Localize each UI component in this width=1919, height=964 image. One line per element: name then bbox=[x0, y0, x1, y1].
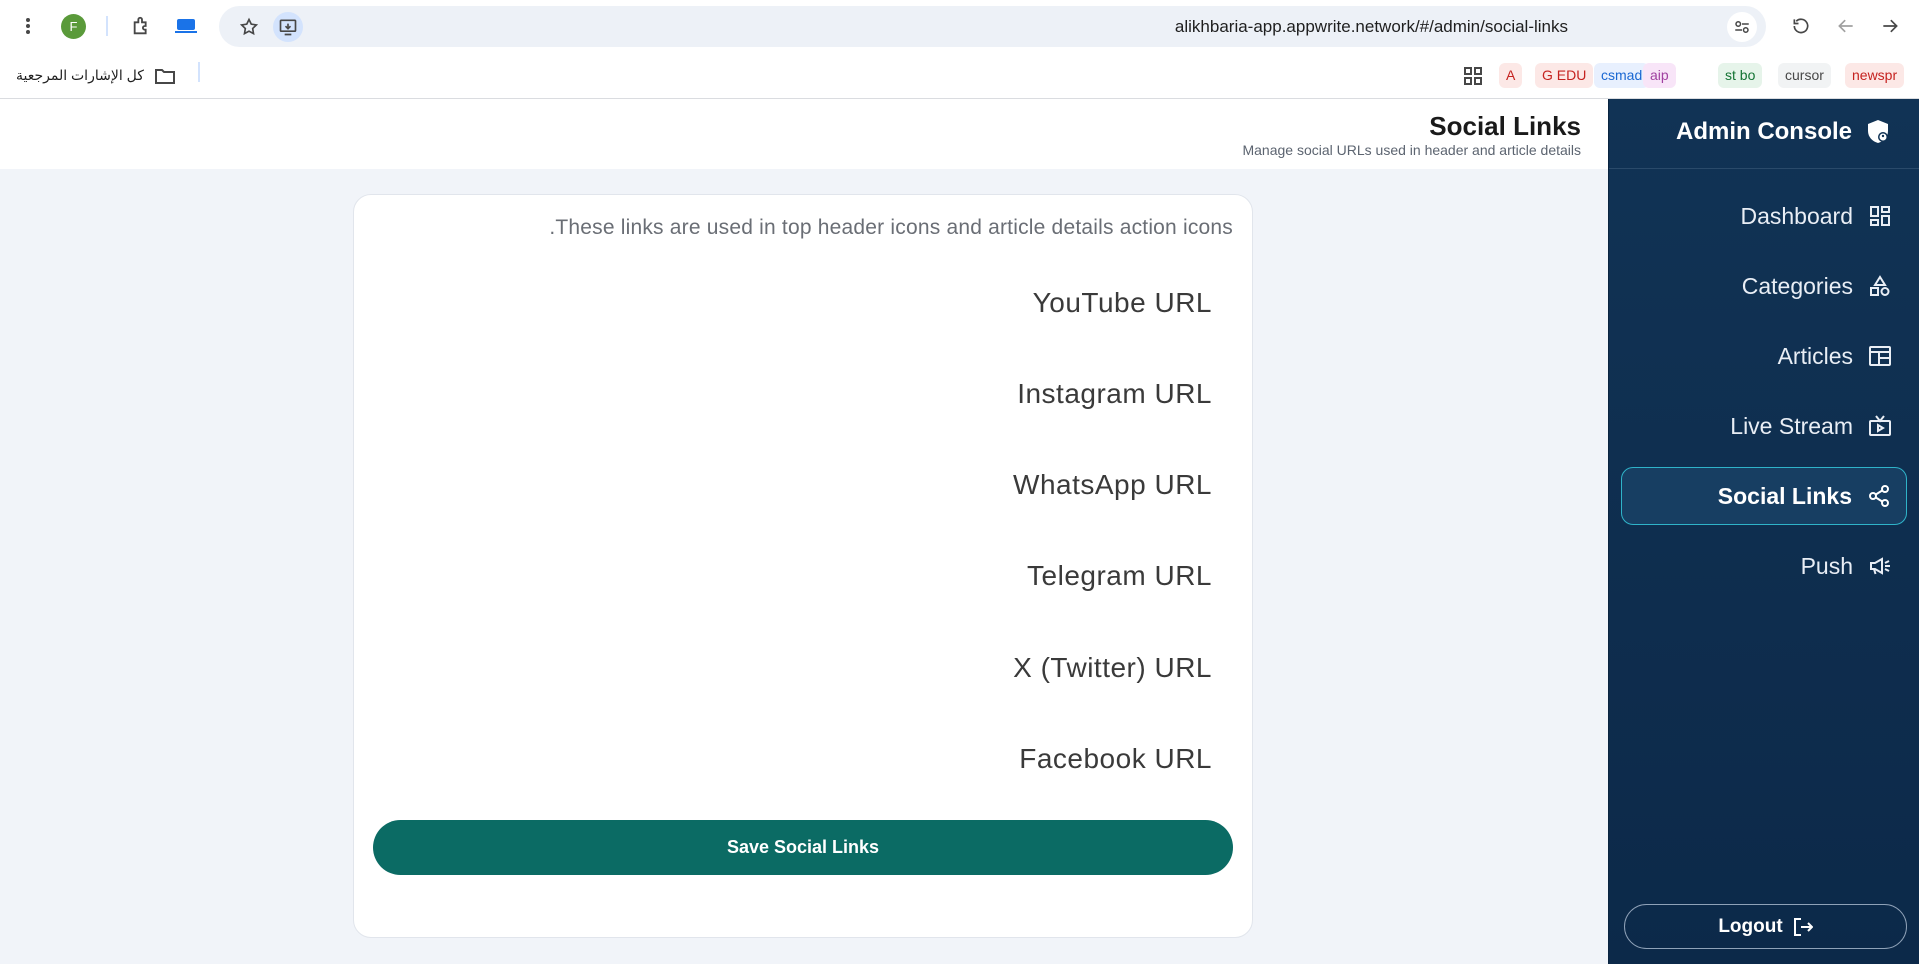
bookmark-chip[interactable]: aip bbox=[1643, 63, 1676, 88]
facebook-url-field[interactable]: Facebook URL bbox=[1019, 743, 1212, 775]
page-title: Social Links bbox=[1429, 111, 1581, 141]
sidebar-item-label: Live Stream bbox=[1730, 412, 1853, 439]
sidebar-item-label: Social Links bbox=[1717, 482, 1852, 509]
bookmarks-divider bbox=[198, 62, 200, 82]
youtube-url-field[interactable]: YouTube URL bbox=[1033, 287, 1212, 319]
url-text[interactable]: alikhbaria-app.appwrite.network/#/admin/… bbox=[1175, 6, 1568, 47]
address-bar[interactable]: alikhbaria-app.appwrite.network/#/admin/… bbox=[219, 6, 1766, 47]
sidebar: Admin Console Dashboard Categories Artic… bbox=[1608, 99, 1919, 964]
categories-icon bbox=[1867, 273, 1893, 299]
apps-grid-icon[interactable] bbox=[1458, 61, 1488, 91]
save-social-links-button[interactable]: Save Social Links bbox=[373, 820, 1233, 875]
share-icon bbox=[1866, 483, 1892, 509]
logout-button[interactable]: Logout bbox=[1624, 904, 1907, 949]
articles-icon bbox=[1867, 343, 1893, 369]
sidebar-item-categories[interactable]: Categories bbox=[1621, 257, 1907, 315]
browser-menu-icon[interactable] bbox=[13, 11, 43, 41]
install-app-icon[interactable] bbox=[273, 12, 303, 42]
sidebar-item-label: Articles bbox=[1777, 342, 1853, 369]
folder-icon bbox=[154, 68, 175, 84]
live-stream-icon bbox=[1867, 413, 1893, 439]
page-header: Social Links Manage social URLs used in … bbox=[0, 99, 1608, 169]
logout-label: Logout bbox=[1718, 915, 1783, 937]
browser-toolbar: F alikhbaria-app.appwrite.network/#/admi… bbox=[0, 0, 1919, 53]
reload-icon[interactable] bbox=[1786, 11, 1816, 41]
sidebar-item-label: Dashboard bbox=[1740, 202, 1853, 229]
social-links-card: .These links are used in top header icon… bbox=[353, 194, 1253, 938]
page-subtitle: Manage social URLs used in header and ar… bbox=[1242, 142, 1581, 158]
back-arrow-icon[interactable] bbox=[1831, 11, 1861, 41]
sidebar-header: Admin Console bbox=[1609, 99, 1919, 169]
brand: Admin Console bbox=[1676, 118, 1890, 146]
sidebar-item-label: Categories bbox=[1741, 272, 1853, 299]
bookmarks-bar: كل الإشارات المرجعية A G EDU csmad aip st bo… bbox=[0, 53, 1919, 99]
site-settings-icon[interactable] bbox=[1727, 12, 1757, 42]
all-bookmarks-label: كل الإشارات المرجعية bbox=[16, 67, 144, 83]
toolbar-divider bbox=[106, 16, 108, 36]
all-bookmarks-button[interactable]: كل الإشارات المرجعية bbox=[16, 63, 176, 88]
twitter-url-field[interactable]: X (Twitter) URL bbox=[1013, 652, 1212, 684]
bookmark-chip[interactable]: A bbox=[1499, 63, 1523, 88]
whatsapp-url-field[interactable]: WhatsApp URL bbox=[1013, 469, 1212, 501]
sidebar-item-push[interactable]: Push bbox=[1621, 537, 1907, 595]
sidebar-item-dashboard[interactable]: Dashboard bbox=[1621, 187, 1907, 245]
bookmark-chip[interactable]: newspr bbox=[1845, 63, 1905, 88]
instagram-url-field[interactable]: Instagram URL bbox=[1017, 378, 1212, 410]
brand-title: Admin Console bbox=[1675, 118, 1852, 145]
bookmark-chip[interactable]: csmad bbox=[1594, 63, 1650, 88]
bookmark-chip[interactable]: cursor bbox=[1778, 63, 1831, 88]
logout-icon bbox=[1793, 917, 1813, 936]
sidebar-item-label: Push bbox=[1800, 552, 1853, 579]
telegram-url-field[interactable]: Telegram URL bbox=[1027, 560, 1212, 592]
bookmark-star-icon[interactable] bbox=[234, 12, 264, 42]
megaphone-icon bbox=[1867, 553, 1893, 579]
forward-arrow-icon[interactable] bbox=[1875, 11, 1905, 41]
profile-avatar[interactable]: F bbox=[61, 14, 86, 39]
dashboard-icon bbox=[1867, 203, 1893, 229]
sidebar-item-articles[interactable]: Articles bbox=[1621, 327, 1907, 385]
bookmark-chip[interactable]: st bo bbox=[1718, 63, 1763, 88]
sidebar-item-social-links[interactable]: Social Links bbox=[1621, 467, 1907, 525]
sidebar-item-live-stream[interactable]: Live Stream bbox=[1621, 397, 1907, 455]
admin-shield-icon bbox=[1868, 120, 1888, 143]
bookmark-chip[interactable]: G EDU bbox=[1535, 63, 1594, 88]
cast-icon[interactable] bbox=[171, 11, 201, 41]
card-description: .These links are used in top header icon… bbox=[549, 216, 1233, 239]
extensions-icon[interactable] bbox=[127, 11, 157, 41]
